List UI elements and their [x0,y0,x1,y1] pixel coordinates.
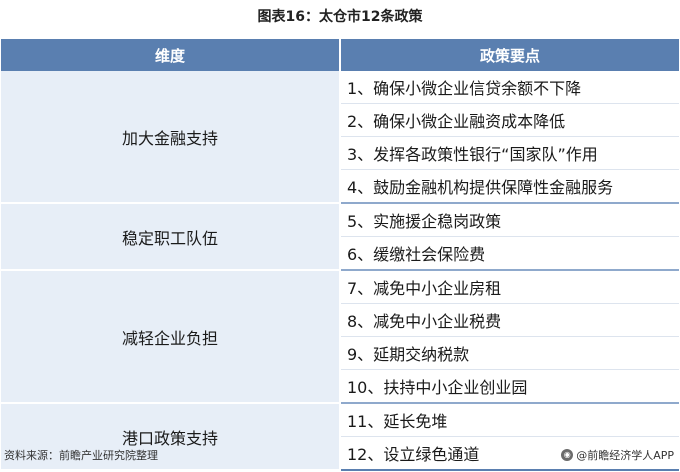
table-header-row: 维度 政策要点 [1,39,679,71]
policy-item: 5、实施援企稳岗政策 [340,203,679,237]
policy-table: 维度 政策要点 加大金融支持 1、确保小微企业信贷余额不下降 2、确保小微企业融… [1,39,679,471]
policy-item: 6、缓缴社会保险费 [340,236,679,271]
policy-item: 11、延长免堆 [340,403,679,437]
brand-text: @前瞻经济学人APP [576,449,674,462]
table-row: 加大金融支持 1、确保小微企业信贷余额不下降 [1,71,679,204]
policy-item: 7、减免中小企业房租 [340,270,679,304]
page-title: 图表16：太仓市12条政策 [257,9,423,25]
header-dimension: 维度 [1,39,341,71]
policy-item: 3、发挥各政策性银行“国家队”作用 [340,136,679,170]
brand-credit: ◉ @前瞻经济学人APP [561,447,674,463]
category-cell: 加大金融支持 [1,71,341,204]
table-row: 减轻企业负担 7、减免中小企业房租 [1,270,679,404]
policy-item: 1、确保小微企业信贷余额不下降 [340,71,679,104]
policy-item: 10、扶持中小企业创业园 [340,369,679,404]
source-note: 资料来源：前瞻产业研究院整理 [4,449,158,462]
header-policy-points: 政策要点 [340,39,679,71]
table-row: 稳定职工队伍 5、实施援企稳岗政策 [1,203,679,271]
brand-logo-icon: ◉ [561,449,574,461]
policy-item: 8、减免中小企业税费 [340,303,679,337]
footer: 资料来源：前瞻产业研究院整理 ◉ @前瞻经济学人APP [0,445,680,465]
policy-item: 9、延期交纳税款 [340,336,679,370]
policy-item: 2、确保小微企业融资成本降低 [340,103,679,137]
policy-item: 4、鼓励金融机构提供保障性金融服务 [340,169,679,204]
category-cell: 稳定职工队伍 [1,203,341,271]
table-row: 港口政策支持 11、延长免堆 [1,403,679,471]
category-cell: 减轻企业负担 [1,270,341,404]
